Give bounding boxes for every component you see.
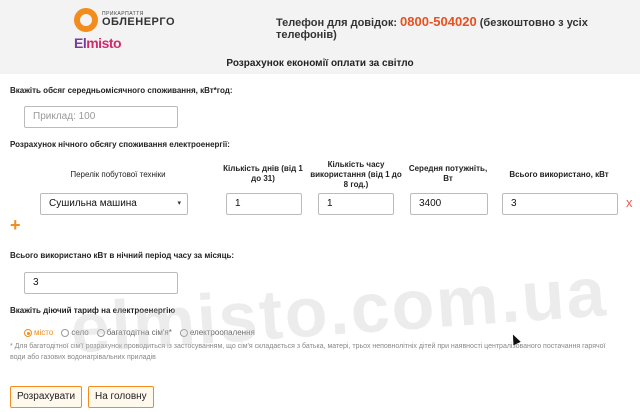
tariff-option-large-family[interactable]: багатодітна сім'я* [96, 328, 172, 337]
radio-icon [61, 328, 70, 337]
logo-big-text: ОБЛЕНЕРГО [102, 16, 176, 28]
radio-icon [96, 328, 105, 337]
avg-consumption-input[interactable]: Приклад: 100 [24, 106, 178, 128]
col-days-header: Кількість днів (від 1 до 31) [223, 164, 303, 183]
hours-input[interactable]: 1 [318, 193, 394, 215]
tariff-footnote: * Для багатодітної сім'ї розрахунок пров… [10, 343, 606, 361]
total-used-input[interactable]: 3 [502, 193, 618, 215]
night-total-input[interactable]: 3 [24, 272, 178, 294]
add-row-icon[interactable]: + [10, 216, 21, 234]
night-total-label: Всього використано кВт в нічний період ч… [10, 251, 235, 260]
tariff-option-label: село [71, 328, 89, 337]
tariff-option-city[interactable]: місто [24, 328, 53, 337]
home-button[interactable]: На головну [88, 386, 154, 408]
oblenergo-logo[interactable]: ПРИКАРПАТТЯ ОБЛЕНЕРГО [74, 8, 175, 32]
col-hours-header: Кількість часу використання (від 1 до 8 … [310, 160, 402, 189]
radio-icon [179, 328, 188, 337]
night-consumption-label: Розрахунок нічного обсягу споживання еле… [10, 140, 230, 149]
power-input[interactable]: 3400 [410, 193, 488, 215]
tariff-label: Вкажіть діючий тариф на електроенергію [10, 306, 176, 315]
appliance-select[interactable]: Сушильна машина ▾ [40, 193, 188, 215]
tariff-option-label: багатодітна сім'я* [106, 328, 172, 337]
oblenergo-logo-icon [74, 8, 98, 32]
avg-consumption-label: Вкажіть обсяг середньомісячного споживан… [10, 86, 233, 95]
phone-info: Телефон для довідок: 0800-504020 (безкош… [276, 14, 640, 41]
elmisto-logo-suffix: misto [86, 35, 122, 51]
tariff-radio-group: місто село багатодітна сім'я* електроопа… [24, 328, 255, 337]
tariff-option-village[interactable]: село [61, 328, 89, 337]
tariff-option-label: електроопалення [189, 328, 255, 337]
chevron-down-icon: ▾ [177, 200, 181, 207]
page-title: Розрахунок економії оплати за світло [226, 58, 414, 69]
phone-number: 0800-504020 [400, 14, 477, 29]
radio-selected-icon [24, 328, 32, 337]
tariff-option-electric-heating[interactable]: електроопалення [179, 328, 255, 337]
phone-label: Телефон для довідок: [276, 17, 397, 29]
col-total-header: Всього використано, кВт [509, 170, 609, 179]
tariff-option-label: місто [34, 328, 54, 337]
remove-row-icon[interactable]: x [626, 196, 633, 209]
col-power-header: Середня потужніть, Вт [408, 164, 488, 183]
appliance-selected-value: Сушильна машина [49, 198, 137, 209]
oblenergo-logo-text: ПРИКАРПАТТЯ ОБЛЕНЕРГО [102, 12, 175, 28]
days-input[interactable]: 1 [226, 193, 302, 215]
col-appliance-header: Перелік побутової техніки [70, 170, 166, 179]
elmisto-logo-prefix: El [74, 35, 87, 51]
site-header: ПРИКАРПАТТЯ ОБЛЕНЕРГО Телефон для довідо… [0, 0, 640, 56]
elmisto-logo[interactable]: Elmisto [74, 35, 122, 51]
calculate-button[interactable]: Розрахувати [10, 386, 83, 408]
